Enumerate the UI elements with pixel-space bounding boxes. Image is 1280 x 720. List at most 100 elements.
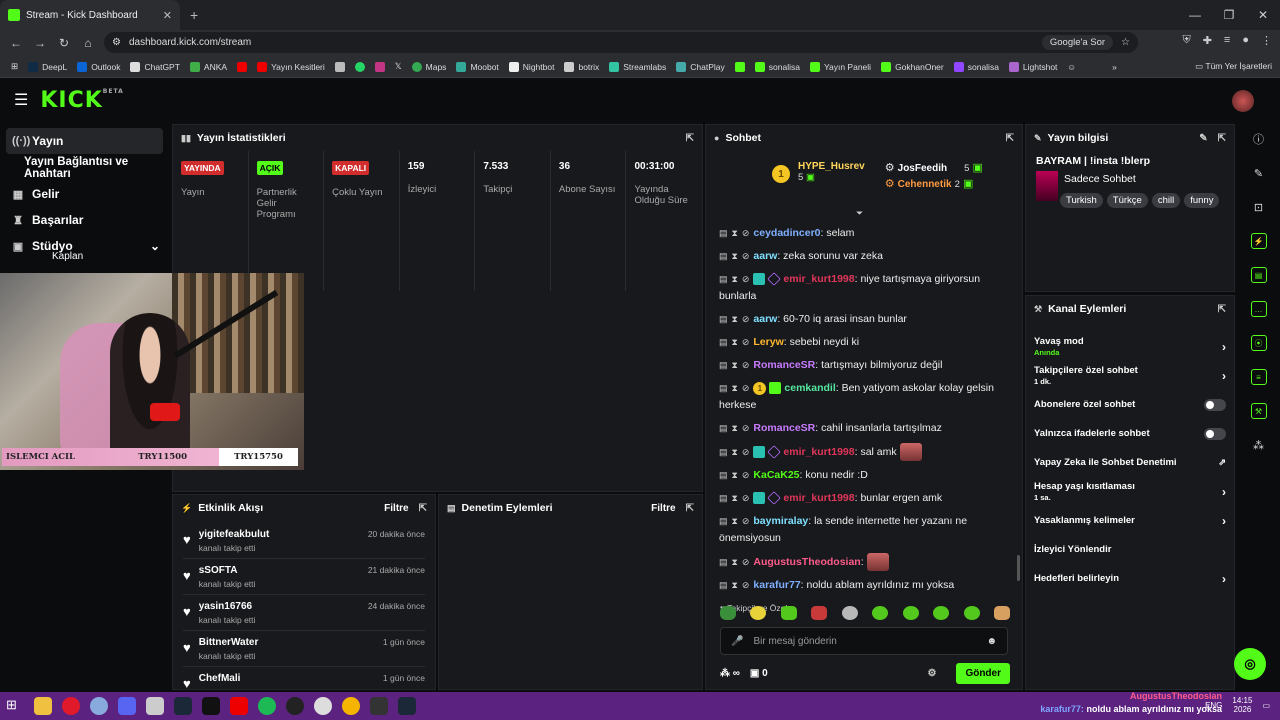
support-headset-icon[interactable]: ◎ bbox=[1234, 648, 1266, 680]
url-field[interactable]: ⚙ dashboard.kick.com/stream Google'a Sor… bbox=[104, 32, 1138, 53]
timeout-icon[interactable]: ⧗ bbox=[732, 360, 738, 370]
forward-icon[interactable]: → bbox=[28, 36, 52, 50]
microphone-icon[interactable]: 🎤 bbox=[731, 636, 743, 647]
timeout-icon[interactable]: ⧗ bbox=[732, 493, 738, 503]
obs-icon[interactable] bbox=[286, 697, 304, 715]
bookmark-chatgpt[interactable]: ChatGPT bbox=[125, 61, 184, 72]
close-tab-icon[interactable]: ✕ bbox=[163, 9, 172, 22]
chat-username[interactable]: Leryw bbox=[753, 336, 783, 348]
emote-icon[interactable] bbox=[993, 606, 1010, 620]
emote-icon[interactable] bbox=[872, 606, 889, 620]
chat-username[interactable]: aarw bbox=[753, 313, 777, 325]
apps-icon[interactable]: ⊞ bbox=[6, 61, 23, 72]
timeout-icon[interactable]: ⧗ bbox=[732, 228, 738, 238]
bookmark-instagram[interactable] bbox=[370, 61, 390, 72]
chat-scrollbar[interactable] bbox=[1017, 555, 1020, 581]
clock[interactable]: 14:15 2026 bbox=[1232, 696, 1252, 714]
maximize-icon[interactable]: ❐ bbox=[1212, 0, 1246, 30]
chat-username[interactable]: emir_kurt1998 bbox=[783, 273, 854, 285]
extension-icon[interactable]: ✚ bbox=[1203, 34, 1212, 47]
chat-icon[interactable]: … bbox=[1237, 292, 1280, 326]
ban-icon[interactable]: ⊘ bbox=[742, 470, 750, 480]
bookmark-youtube[interactable] bbox=[232, 61, 252, 72]
bookmark-gokhanoner[interactable]: GokhanOner bbox=[876, 61, 949, 72]
all-bookmarks[interactable]: ▭ Tüm Yer İşaretleri bbox=[1195, 61, 1272, 72]
app-icon[interactable] bbox=[230, 697, 248, 715]
popout-icon[interactable]: ⇱ bbox=[686, 503, 694, 514]
notes-icon[interactable]: ▤ bbox=[1237, 258, 1280, 292]
ban-icon[interactable]: ⊘ bbox=[742, 251, 750, 261]
bookmark-nightbot[interactable]: Nightbot bbox=[504, 61, 560, 72]
bookmark-outlook[interactable]: Outlook bbox=[72, 61, 125, 72]
pin-message-icon[interactable]: ▤ bbox=[719, 360, 728, 370]
back-icon[interactable]: ← bbox=[4, 36, 28, 50]
bookmark-chatplay[interactable]: ChatPlay bbox=[671, 61, 730, 72]
google-ask-button[interactable]: Google'a Sor bbox=[1041, 35, 1114, 50]
chat-username[interactable]: karafur77 bbox=[753, 579, 800, 591]
site-info-icon[interactable]: ⚙ bbox=[112, 37, 121, 48]
ban-icon[interactable]: ⊘ bbox=[742, 493, 750, 503]
bookmark-emoji[interactable]: ☺ bbox=[1062, 62, 1081, 72]
ban-icon[interactable]: ⊘ bbox=[742, 314, 750, 324]
bookmark-star-icon[interactable]: ☆ bbox=[1121, 37, 1130, 48]
bookmark-twitch-sonalisa[interactable]: sonalisa bbox=[949, 61, 1004, 72]
chat-settings-icon[interactable]: ⚙ bbox=[927, 668, 936, 679]
popout-icon[interactable]: ⇱ bbox=[1218, 133, 1226, 144]
timeout-icon[interactable]: ⧗ bbox=[732, 447, 738, 457]
emote-icon[interactable] bbox=[963, 606, 980, 620]
pin-message-icon[interactable]: ▤ bbox=[719, 493, 728, 503]
ban-icon[interactable]: ⊘ bbox=[742, 274, 750, 284]
bookmark-maps[interactable]: Maps bbox=[407, 61, 452, 72]
bookmark-anka[interactable]: ANKA bbox=[185, 61, 232, 72]
emote-icon[interactable] bbox=[750, 606, 767, 620]
windows-start-icon[interactable]: ⊞ bbox=[6, 697, 24, 715]
chat-username[interactable]: KaCaK25 bbox=[753, 469, 799, 481]
action-followers-only[interactable]: Takipçilere özel sohbet 1 dk. › bbox=[1026, 361, 1234, 390]
home-icon[interactable]: ⌂ bbox=[76, 36, 100, 50]
chat-input[interactable]: 🎤 Bir mesaj gönderin ☻ bbox=[720, 627, 1008, 655]
sidebar-item-studyo[interactable]: ▣ Stüdyo ⌄ bbox=[0, 233, 172, 259]
ban-icon[interactable]: ⊘ bbox=[742, 383, 750, 393]
app-icon[interactable] bbox=[90, 697, 108, 715]
menu-icon[interactable]: ⋮ bbox=[1261, 34, 1272, 47]
minimize-icon[interactable]: — bbox=[1178, 0, 1212, 30]
moderation-filter-button[interactable]: Filtre bbox=[651, 503, 675, 514]
kick-logo[interactable]: KICKBETA bbox=[40, 88, 123, 113]
wrench-icon[interactable]: ⚒ bbox=[1237, 394, 1280, 428]
spotify-icon[interactable] bbox=[258, 697, 276, 715]
edit-icon[interactable]: ✎ bbox=[1237, 156, 1280, 190]
steam-icon[interactable] bbox=[398, 697, 416, 715]
bookmark-lightshot[interactable]: Lightshot bbox=[1004, 61, 1063, 72]
top-gifter-name[interactable]: HYPE_Husrev bbox=[798, 161, 865, 172]
ban-icon[interactable]: ⊘ bbox=[742, 360, 750, 370]
timeout-icon[interactable]: ⧗ bbox=[732, 337, 738, 347]
subscribers-only-toggle[interactable] bbox=[1204, 398, 1226, 411]
emote-icon[interactable] bbox=[780, 606, 797, 620]
bookmark-botrix[interactable]: botrix bbox=[559, 61, 604, 72]
pin-message-icon[interactable]: ▤ bbox=[719, 383, 728, 393]
emote-icon[interactable] bbox=[720, 606, 736, 620]
timeout-icon[interactable]: ⧗ bbox=[732, 470, 738, 480]
pin-message-icon[interactable]: ▤ bbox=[719, 228, 728, 238]
timeout-icon[interactable]: ⧗ bbox=[732, 580, 738, 590]
pin-message-icon[interactable]: ▤ bbox=[719, 580, 728, 590]
emote-icon[interactable] bbox=[841, 606, 858, 620]
new-tab-icon[interactable]: + bbox=[190, 7, 198, 23]
pin-message-icon[interactable]: ▤ bbox=[719, 251, 728, 261]
tag[interactable]: Turkish bbox=[1060, 193, 1103, 208]
emote-only-toggle[interactable] bbox=[1204, 427, 1226, 440]
timeout-icon[interactable]: ⧗ bbox=[732, 516, 738, 526]
bookmark-streamlabs[interactable]: Streamlabs bbox=[604, 61, 671, 72]
sidebar-item-stream-key[interactable]: Yayın Bağlantısı ve Anahtarı bbox=[0, 155, 172, 181]
timeout-icon[interactable]: ⧗ bbox=[732, 383, 738, 393]
profile-icon[interactable]: ● bbox=[1242, 34, 1249, 47]
opera-icon[interactable] bbox=[62, 697, 80, 715]
bookmark-deepl[interactable]: DeepL bbox=[23, 61, 72, 72]
expand-gifters-icon[interactable]: ⏷ bbox=[856, 208, 863, 219]
list-icon[interactable]: ≡ bbox=[1237, 360, 1280, 394]
gift-icon[interactable]: ▣ 0 bbox=[750, 668, 768, 679]
chat-username[interactable]: emir_kurt1998 bbox=[783, 446, 854, 458]
popout-icon[interactable]: ⇱ bbox=[1218, 304, 1226, 315]
bookmark-yayin-kesitleri[interactable]: Yayın Kesitleri bbox=[252, 61, 330, 72]
sidebar-item-basarilar[interactable]: ♜ Başarılar bbox=[0, 207, 172, 233]
